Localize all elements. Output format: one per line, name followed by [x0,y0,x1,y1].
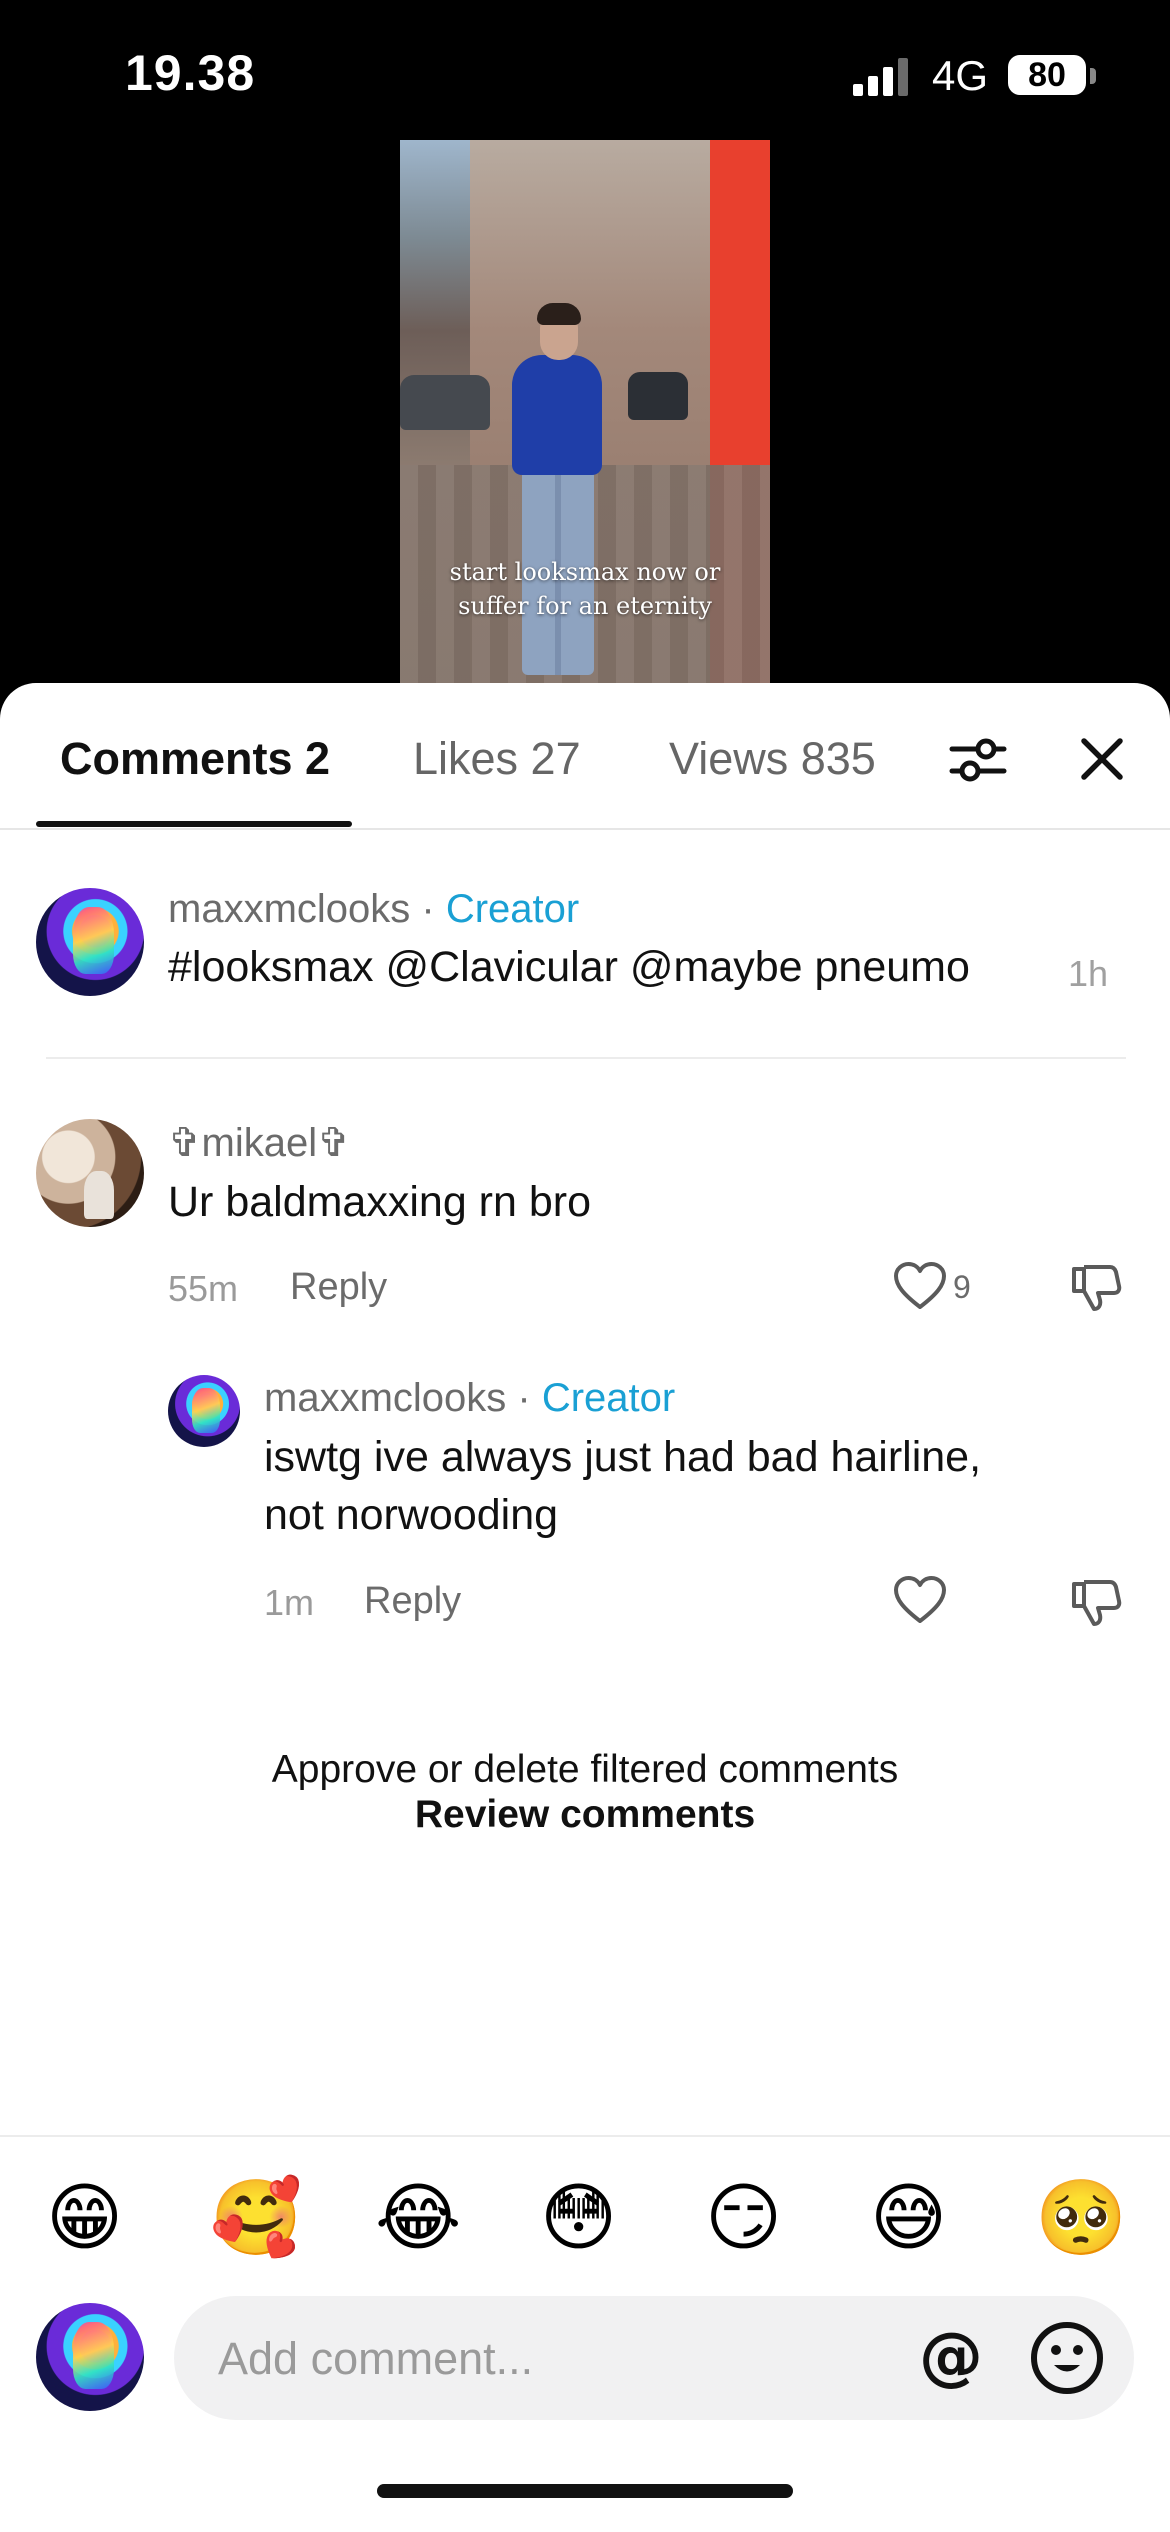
video-preview[interactable]: start looksmax now or suffer for an eter… [400,140,770,685]
comment-time: 55m [168,1268,239,1309]
video-person-body [512,355,602,475]
comments-sheet: Comments 2 Likes 27 Views 835 maxxmclook… [0,683,1170,2532]
comment-text: Ur baldmaxxing rn bro [168,1178,592,1226]
username-text[interactable]: maxxmclooks [264,1376,506,1420]
mention-symbol: @ [919,2320,983,2394]
battery-cap [1090,68,1096,84]
avatar[interactable] [36,1119,144,1227]
comment-text: iswtg ive always just had bad hairline, … [264,1428,981,1544]
heart-icon[interactable] [893,1575,947,1625]
video-bg-car [400,375,490,430]
dislike-icon[interactable] [1070,1576,1124,1630]
status-time: 19.38 [125,45,256,101]
emoji-hearts[interactable]: 🥰 [210,2173,302,2263]
battery-icon: 80 [1008,55,1086,95]
signal-icon [853,58,908,96]
active-tab-indicator [36,821,352,827]
emoji-grin[interactable]: 😁 [46,2173,123,2263]
battery-level: 80 [1028,56,1066,94]
separator: · [421,887,435,931]
caption-time: 1h [1068,953,1109,994]
tab-bar: Comments 2 Likes 27 Views 835 [0,683,1170,830]
status-bar: 19.38 4G 80 [0,0,1170,150]
comment-input[interactable]: Add comment... @ [174,2296,1134,2420]
separator: · [517,1376,531,1420]
caption-text: #looksmax @Clavicular @maybe pneumo [168,943,970,991]
network-type: 4G [932,52,989,99]
reply-button[interactable]: Reply [290,1266,387,1309]
creator-badge: Creator [445,887,580,931]
reply-button[interactable]: Reply [364,1580,461,1623]
comment-time: 1m [264,1582,315,1623]
tab-comments[interactable]: Comments 2 [60,733,330,785]
video-caption-line: suffer for an eternity [458,592,712,620]
tab-views[interactable]: Views 835 [669,733,876,785]
mention-icon[interactable]: @ [909,2316,993,2400]
divider [46,1057,1126,1059]
avatar[interactable] [36,2303,144,2411]
dislike-icon[interactable] [1070,1261,1124,1315]
like-count: 9 [953,1269,971,1305]
divider [0,2135,1170,2137]
username-text[interactable]: maxxmclooks [168,887,410,931]
video-bg-car [628,372,688,420]
screen: 19.38 4G 80 start looksmax now or suffer… [0,0,1170,2532]
review-comments-link[interactable]: Review comments [0,1793,1170,1837]
avatar[interactable] [168,1375,240,1447]
video-caption: start looksmax now or suffer for an eter… [400,555,770,623]
creator-badge: Creator [541,1376,676,1420]
comment-text-line: iswtg ive always just had bad hairline, [264,1433,982,1481]
close-icon[interactable] [1074,731,1130,787]
emoji-picker-icon[interactable] [1027,2318,1107,2398]
filtered-comments-message: Approve or delete filtered comments [271,1748,899,1791]
comment-text-line: not norwooding [264,1491,559,1539]
filter-icon[interactable] [948,735,1008,785]
emoji-flushed[interactable]: 😳 [540,2173,617,2263]
home-indicator [377,2484,793,2498]
comment-username[interactable]: maxxmclooks · Creator [168,887,579,932]
video-caption-line: start looksmax now or [449,558,721,586]
comment-username[interactable]: ✞mikael✞ [168,1120,351,1166]
comment-username[interactable]: maxxmclooks · Creator [264,1376,675,1421]
emoji-joy[interactable]: 😂 [375,2173,461,2263]
emoji-smirk[interactable]: 😏 [705,2173,782,2263]
emoji-sweat-smile[interactable]: 😅 [870,2173,947,2263]
comment-input-placeholder: Add comment... [218,2333,534,2384]
video-person-hair [537,303,581,325]
avatar[interactable] [36,888,144,996]
tab-likes[interactable]: Likes 27 [413,733,581,785]
emoji-pleading[interactable]: 🥺 [1035,2173,1127,2263]
heart-icon[interactable] [893,1261,947,1311]
